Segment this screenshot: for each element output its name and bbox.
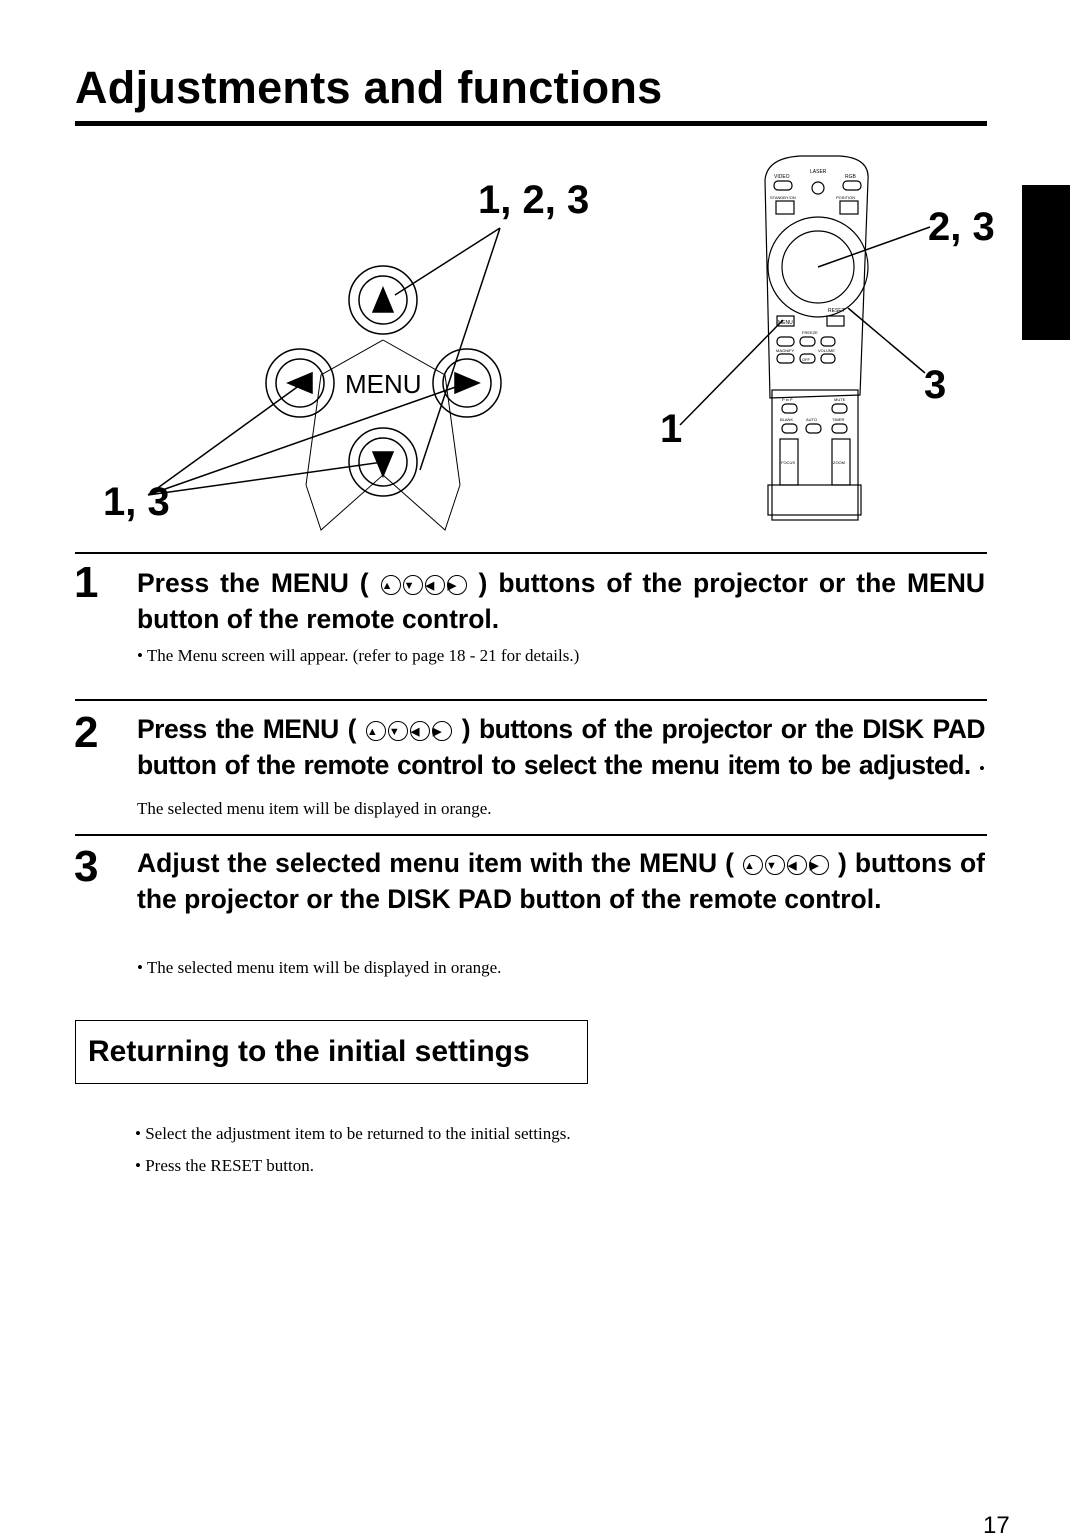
manual-page: Adjustments and functions MENU 1, 2, 3 1… bbox=[0, 0, 1080, 1537]
callout-1-3: 1, 3 bbox=[103, 480, 170, 524]
divider bbox=[75, 699, 987, 701]
step-number: 3 bbox=[74, 842, 99, 891]
callout-1-2-3: 1, 2, 3 bbox=[478, 178, 589, 222]
right-arrow-icon: ▶ bbox=[809, 855, 829, 875]
divider bbox=[75, 552, 987, 554]
remote-label-rgb: RGB bbox=[845, 174, 857, 180]
step-number: 2 bbox=[74, 708, 99, 757]
up-arrow-icon: ▲ bbox=[743, 855, 763, 875]
remote-label-auto: AUTO bbox=[806, 417, 817, 422]
panel-menu-label: MENU bbox=[345, 369, 422, 399]
step-heading-text: Press the MENU ( bbox=[137, 568, 369, 598]
title-rule bbox=[75, 121, 987, 126]
remote-label-zoom: ZOOM bbox=[833, 460, 845, 465]
remote-label-laser: LASER bbox=[810, 169, 827, 175]
up-button-icon bbox=[348, 265, 418, 335]
up-arrow-icon: ▲ bbox=[380, 575, 401, 595]
projector-panel bbox=[147, 227, 502, 531]
step-note: • The selected menu item will be display… bbox=[137, 958, 502, 977]
right-arrow-icon: ▶ bbox=[431, 721, 452, 741]
remote-control: VIDEO LASER RGB STANDBY/ON POSITION RESE… bbox=[679, 155, 931, 521]
page-title: Adjustments and functions bbox=[75, 62, 663, 113]
remote-label-freeze: FREEZE bbox=[802, 330, 818, 335]
callout-3: 3 bbox=[924, 363, 946, 407]
remote-label-position: POSITION bbox=[836, 195, 855, 200]
page-number: 17 bbox=[983, 1512, 1010, 1537]
step-heading-text: Adjust the selected menu item with the M… bbox=[137, 848, 734, 878]
divider bbox=[75, 834, 987, 836]
reset-bullet: • Press the RESET button. bbox=[135, 1156, 314, 1175]
step-heading: Press the MENU ( ▲ ▼ ◀ ▶ ) buttons of the p… bbox=[137, 711, 985, 827]
remote-label-focus: FOCUS bbox=[781, 460, 795, 465]
left-arrow-icon: ◀ bbox=[787, 855, 807, 875]
step-heading: Press the MENU ( ▲ ▼ ◀ ▶ ) buttons of the p… bbox=[137, 565, 985, 637]
step-note: • The Menu screen will appear. (refer to… bbox=[137, 646, 580, 665]
remote-label-volume: VOLUME bbox=[818, 348, 835, 353]
down-arrow-icon: ▼ bbox=[765, 855, 785, 875]
remote-label-mute: MUTE bbox=[834, 397, 846, 402]
remote-label-magnify: MAGNIFY bbox=[776, 348, 795, 353]
reset-bullet: • Select the adjustment item to be retur… bbox=[135, 1124, 571, 1143]
down-arrow-icon: ▼ bbox=[387, 721, 408, 741]
remote-label-reset: RESET bbox=[828, 308, 845, 314]
remote-label-timer: TIMER bbox=[832, 417, 845, 422]
callout-1: 1 bbox=[660, 407, 682, 451]
down-arrow-icon: ▼ bbox=[402, 575, 423, 595]
remote-label-standby: STANDBY/ON bbox=[770, 195, 796, 200]
section-heading-box: Returning to the initial settings bbox=[75, 1020, 588, 1084]
step-number: 1 bbox=[74, 558, 99, 607]
remote-label-off: OFF bbox=[802, 357, 811, 362]
illustration: MENU 1, 2, 3 1, 3 VIDEO LASER RGB STANDB… bbox=[103, 155, 995, 531]
left-arrow-icon: ◀ bbox=[409, 721, 430, 741]
left-button-icon bbox=[265, 348, 335, 418]
right-arrow-icon: ▶ bbox=[446, 575, 467, 595]
remote-label-pinp: P in P bbox=[782, 397, 793, 402]
step-heading-text: Press the MENU ( bbox=[137, 714, 356, 744]
callout-2-3: 2, 3 bbox=[928, 205, 995, 249]
step-heading: Adjust the selected menu item with the M… bbox=[137, 845, 985, 917]
remote-label-video: VIDEO bbox=[774, 174, 790, 180]
remote-label-blank: BLANK bbox=[780, 417, 793, 422]
up-arrow-icon: ▲ bbox=[365, 721, 386, 741]
left-arrow-icon: ◀ bbox=[424, 575, 445, 595]
